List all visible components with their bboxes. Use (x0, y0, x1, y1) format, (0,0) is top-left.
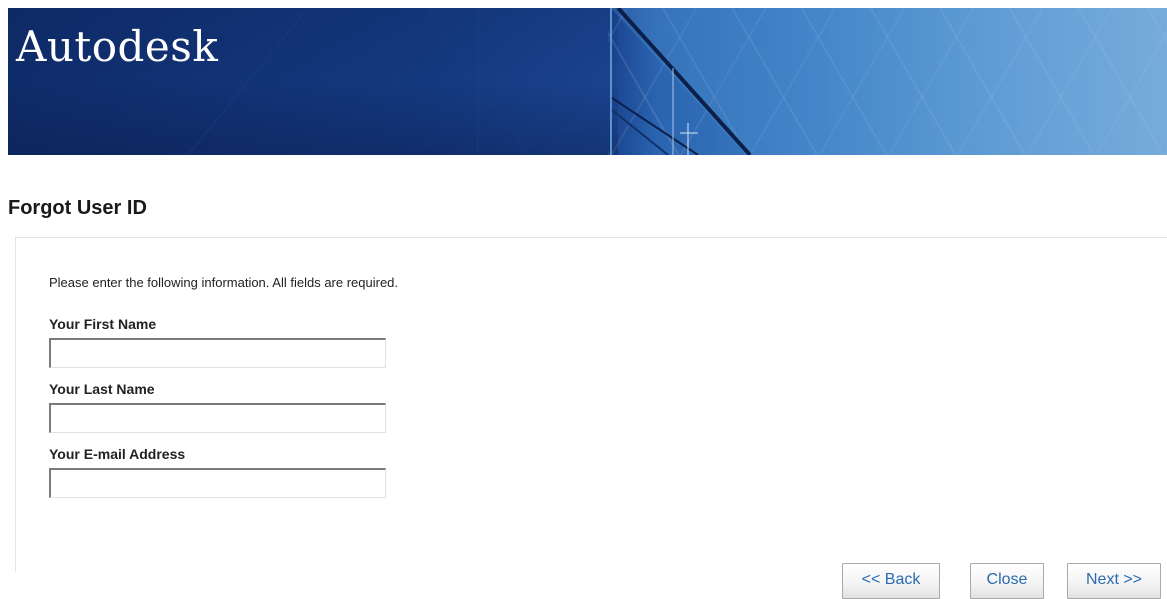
header-banner: Autodesk (8, 8, 1167, 155)
instructions-text: Please enter the following information. … (49, 275, 399, 290)
next-button[interactable]: Next >> (1067, 563, 1161, 599)
page-title: Forgot User ID (8, 197, 147, 219)
email-label: Your E-mail Address (49, 446, 186, 462)
last-name-label: Your Last Name (49, 381, 155, 397)
first-name-field[interactable] (49, 338, 386, 368)
close-button[interactable]: Close (970, 563, 1044, 599)
autodesk-logo: Autodesk (16, 22, 219, 71)
first-name-label: Your First Name (49, 316, 157, 332)
last-name-field[interactable] (49, 403, 386, 433)
back-button[interactable]: << Back (842, 563, 940, 599)
email-field[interactable] (49, 468, 386, 498)
